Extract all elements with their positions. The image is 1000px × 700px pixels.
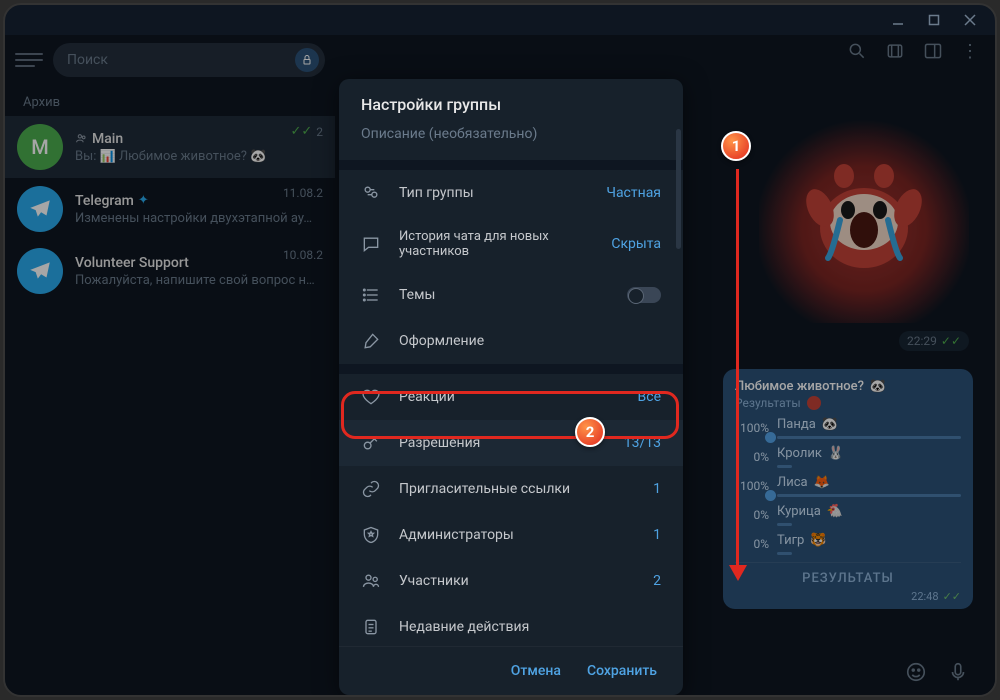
group-settings-modal: Настройки группы Описание (необязательно… <box>339 79 683 695</box>
menu-chat-history[interactable]: История чата для новых участников Скрыта <box>339 216 683 272</box>
menu-value: 1 <box>653 481 661 497</box>
menu-label: История чата для новых участников <box>399 229 593 259</box>
clipboard-icon <box>361 617 381 637</box>
heart-icon <box>361 387 381 407</box>
menu-label: Реакции <box>399 389 620 405</box>
menu-value: Частная <box>606 185 661 201</box>
menu-label: Разрешения <box>399 435 606 451</box>
brush-icon <box>361 331 381 351</box>
menu-label: Пригласительные ссылки <box>399 481 635 497</box>
menu-design[interactable]: Оформление <box>339 318 683 364</box>
menu-value: Скрыта <box>611 236 661 252</box>
key-icon <box>361 433 381 453</box>
modal-title: Настройки группы <box>361 95 661 114</box>
menu-group-type[interactable]: Тип группы Частная <box>339 170 683 216</box>
description-field[interactable]: Описание (необязательно) <box>361 126 661 156</box>
menu-admins[interactable]: Администраторы 1 <box>339 512 683 558</box>
link-icon <box>361 479 381 499</box>
menu-reactions[interactable]: Реакции Все <box>339 374 683 420</box>
group-type-icon <box>361 183 381 203</box>
menu-themes[interactable]: Темы <box>339 272 683 318</box>
list-icon <box>361 285 381 305</box>
close-button[interactable] <box>953 9 987 31</box>
title-bar <box>5 5 995 35</box>
menu-label: Темы <box>399 287 609 303</box>
menu-label: Участники <box>399 573 635 589</box>
cancel-button[interactable]: Отмена <box>511 663 561 679</box>
menu-label: Оформление <box>399 333 661 349</box>
menu-permissions[interactable]: Разрешения 13/13 <box>339 420 683 466</box>
chat-icon <box>361 234 381 254</box>
app-window: Поиск Архив M Main Вы: 📊 Любимое животно… <box>3 3 997 697</box>
menu-label: Недавние действия <box>399 619 661 635</box>
save-button[interactable]: Сохранить <box>587 663 657 679</box>
shield-icon <box>361 525 381 545</box>
menu-invite-links[interactable]: Пригласительные ссылки 1 <box>339 466 683 512</box>
menu-value: 2 <box>653 573 661 589</box>
annotation-badge-1: 1 <box>721 131 751 161</box>
annotation-badge-2: 2 <box>575 417 605 447</box>
menu-recent-actions[interactable]: Недавние действия <box>339 604 683 646</box>
menu-members[interactable]: Участники 2 <box>339 558 683 604</box>
menu-label: Администраторы <box>399 527 635 543</box>
menu-label: Тип группы <box>399 185 588 201</box>
minimize-button[interactable] <box>881 9 915 31</box>
themes-toggle[interactable] <box>627 287 661 303</box>
members-icon <box>361 571 381 591</box>
menu-value: Все <box>638 389 661 405</box>
menu-value: 1 <box>653 527 661 543</box>
maximize-button[interactable] <box>917 9 951 31</box>
menu-value: 13/13 <box>624 435 661 451</box>
